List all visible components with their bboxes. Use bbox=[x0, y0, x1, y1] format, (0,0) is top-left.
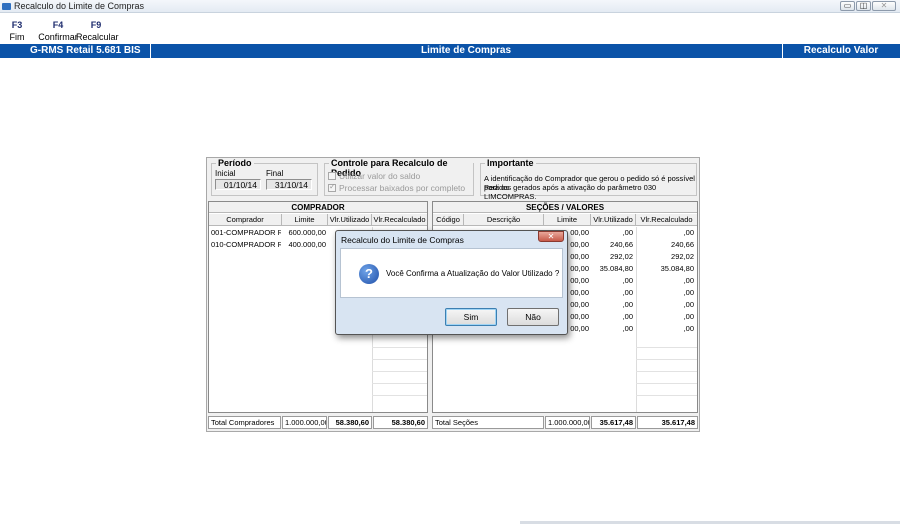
col-header-codigo[interactable]: Código bbox=[433, 214, 464, 226]
secao-vlr-recalculado: ,00 bbox=[683, 288, 694, 297]
col-header-comprador[interactable]: Comprador bbox=[209, 214, 282, 226]
grid-line bbox=[372, 359, 427, 360]
secao-vlr-recalculado: ,00 bbox=[683, 324, 694, 333]
secao-vlr-utilizado: 35.084,80 bbox=[599, 264, 633, 273]
total-compradores-utilizado: 58.380,60 bbox=[328, 416, 372, 429]
window-title: Recalculo do Limite de Compras bbox=[14, 1, 145, 11]
grid-line bbox=[372, 383, 427, 384]
system-version: G-RMS Retail 5.681 BIS bbox=[30, 45, 141, 56]
function-key-toolbar: F3 Fim F4 Confirmar F9 Recalcular bbox=[0, 14, 900, 44]
total-secoes-limite: 1.000.000,00 bbox=[545, 416, 590, 429]
fim-key: F3 bbox=[11, 20, 23, 30]
screen-title: Recalculo Valor Utilizado bbox=[803, 45, 879, 70]
importante-line-2: Pedidos gerados após a ativação do parâm… bbox=[484, 183, 657, 201]
processar-baixados-checkbox[interactable]: Processar baixados por completo bbox=[328, 182, 466, 193]
importante-group: Importante A identificação do Comprador … bbox=[480, 158, 697, 201]
confirmar-label: Confirmar bbox=[38, 32, 78, 42]
utilizar-saldo-checkbox[interactable]: Utilizar valor do saldo bbox=[328, 171, 420, 181]
total-secoes-label: Total Seções bbox=[432, 416, 544, 429]
checkbox-box[interactable] bbox=[328, 172, 336, 180]
app-icon bbox=[2, 3, 11, 10]
secao-vlr-utilizado: ,00 bbox=[622, 288, 633, 297]
comprador-table-title: COMPRADOR bbox=[209, 202, 427, 213]
col-header-limite[interactable]: Limite bbox=[282, 214, 328, 226]
total-compradores-recalculado: 58.380,60 bbox=[373, 416, 428, 429]
secao-vlr-utilizado: ,00 bbox=[622, 228, 633, 237]
comprador-name: 001-COMPRADOR RM bbox=[211, 228, 281, 237]
module-title: Limite de Compras bbox=[420, 45, 512, 56]
total-compradores-label: Total Compradores bbox=[208, 416, 281, 429]
col-header-vlr-recalculado[interactable]: Vlr.Recalculado bbox=[372, 214, 427, 226]
total-secoes-utilizado: 35.617,48 bbox=[591, 416, 636, 429]
secao-vlr-recalculado: ,00 bbox=[683, 276, 694, 285]
grid-line bbox=[636, 347, 697, 348]
fim-label: Fim bbox=[9, 32, 25, 42]
fim-button[interactable]: F3 Fim bbox=[6, 20, 28, 42]
grid-line bbox=[372, 371, 427, 372]
grid-line bbox=[636, 371, 697, 372]
col-header-descricao[interactable]: Descrição bbox=[464, 214, 544, 226]
dialog-title: Recalculo do Limite de Compras bbox=[341, 235, 464, 245]
grid-line bbox=[636, 395, 697, 396]
col-header-vlr-recalculado[interactable]: Vlr.Recalculado bbox=[636, 214, 697, 226]
utilizar-saldo-label: Utilizar valor do saldo bbox=[339, 171, 421, 181]
secao-vlr-recalculado: ,00 bbox=[683, 228, 694, 237]
secao-vlr-utilizado: ,00 bbox=[622, 312, 633, 321]
secao-vlr-utilizado: ,00 bbox=[622, 324, 633, 333]
nao-button[interactable]: Não bbox=[507, 308, 559, 326]
importante-legend: Importante bbox=[485, 158, 536, 168]
recalcular-button[interactable]: F9 Recalcular bbox=[76, 20, 119, 42]
checkbox-box-checked[interactable] bbox=[328, 182, 336, 192]
module-header-bar: G-RMS Retail 5.681 BIS Limite de Compras… bbox=[0, 44, 900, 70]
dialog-body: ? Você Confirma a Atualização do Valor U… bbox=[340, 248, 563, 298]
question-icon: ? bbox=[359, 264, 379, 284]
recalcular-key: F9 bbox=[90, 20, 102, 30]
comprador-name: 010-COMPRADOR RM bbox=[211, 240, 281, 249]
inicial-label: Inicial bbox=[215, 169, 236, 178]
recalcular-label: Recalcular bbox=[76, 32, 119, 42]
close-window-button[interactable]: ✕ bbox=[872, 1, 896, 11]
total-compradores-limite: 1.000.000,00 bbox=[282, 416, 327, 429]
comprador-limite: 400.000,00 bbox=[288, 240, 326, 249]
grid-line bbox=[636, 359, 697, 360]
secao-vlr-utilizado: 292,02 bbox=[610, 252, 633, 261]
periodo-group: Período Inicial Final 01/10/14 31/10/14 bbox=[211, 158, 318, 196]
comprador-limite: 600.000,00 bbox=[288, 228, 326, 237]
secao-vlr-recalculado: 240,66 bbox=[671, 240, 694, 249]
secao-vlr-recalculado: ,00 bbox=[683, 312, 694, 321]
inicial-date-field[interactable]: 01/10/14 bbox=[215, 179, 261, 190]
col-header-vlr-utilizado[interactable]: Vlr.Utilizado bbox=[591, 214, 636, 226]
grid-line bbox=[372, 395, 427, 396]
periodo-legend: Período bbox=[216, 158, 254, 168]
final-label: Final bbox=[266, 169, 284, 178]
secao-vlr-utilizado: ,00 bbox=[622, 300, 633, 309]
col-header-vlr-utilizado[interactable]: Vlr.Utilizado bbox=[328, 214, 372, 226]
secao-vlr-recalculado: 35.084,80 bbox=[660, 264, 694, 273]
grid-line bbox=[636, 383, 697, 384]
secao-vlr-recalculado: ,00 bbox=[683, 300, 694, 309]
secao-vlr-utilizado: ,00 bbox=[622, 276, 633, 285]
secoes-table-title: SEÇÕES / VALORES bbox=[433, 202, 697, 213]
confirm-dialog: Recalculo do Limite de Compras ✕ ? Você … bbox=[335, 230, 568, 335]
processar-baixados-label: Processar baixados por completo bbox=[339, 183, 466, 193]
confirmar-key: F4 bbox=[52, 20, 64, 30]
secao-vlr-recalculado: 292,02 bbox=[671, 252, 694, 261]
confirmar-button[interactable]: F4 Confirmar bbox=[38, 20, 78, 42]
minimize-button[interactable]: ▭ bbox=[840, 1, 855, 11]
secao-vlr-utilizado: 240,66 bbox=[610, 240, 633, 249]
maximize-button[interactable]: ◫ bbox=[856, 1, 871, 11]
window-titlebar: Recalculo do Limite de Compras ▭ ◫ ✕ bbox=[0, 0, 900, 13]
total-secoes-recalculado: 35.617,48 bbox=[637, 416, 698, 429]
dialog-message: Você Confirma a Atualização do Valor Uti… bbox=[386, 269, 560, 278]
sim-button[interactable]: Sim bbox=[445, 308, 497, 326]
final-date-field[interactable]: 31/10/14 bbox=[266, 179, 312, 190]
col-header-limite[interactable]: Limite bbox=[544, 214, 591, 226]
grid-line bbox=[372, 347, 427, 348]
controle-group: Controle para Recalculo de Pedido Utiliz… bbox=[324, 158, 474, 196]
dialog-close-button[interactable]: ✕ bbox=[538, 231, 564, 242]
